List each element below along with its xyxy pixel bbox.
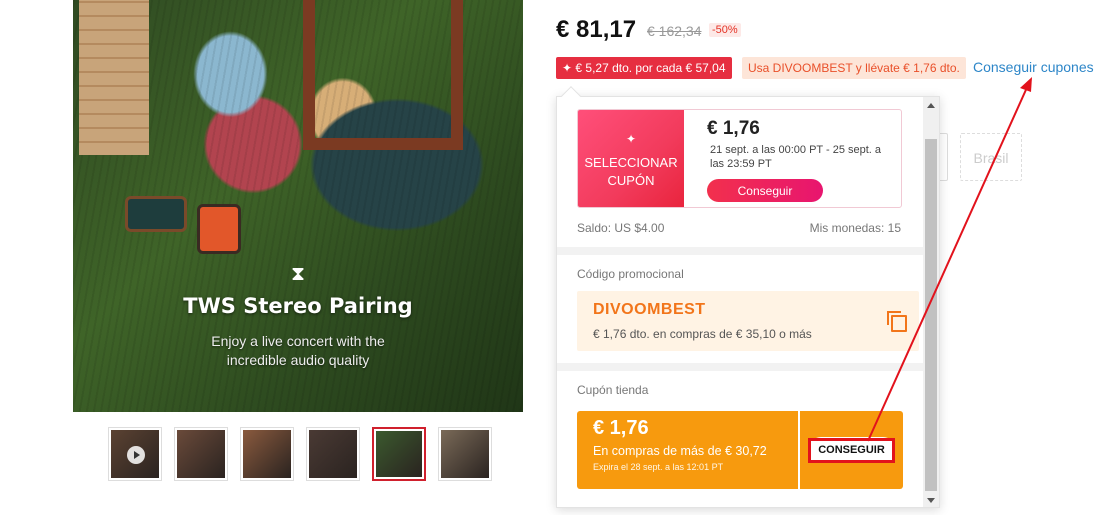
- get-coupon-button[interactable]: Conseguir: [707, 179, 823, 202]
- highlighted-conseguir-button[interactable]: CONSEGUIR: [808, 438, 895, 463]
- thumbnail-image: [243, 430, 291, 478]
- store-coupon-condition: En compras de más de € 30,72: [593, 444, 767, 458]
- arrow-head: [1020, 77, 1032, 92]
- platform-coupon-section: ✦ SELECCIONAR CUPÓN € 1,76 21 sept. a la…: [557, 97, 923, 247]
- discount-badge: -50%: [709, 23, 741, 37]
- thumbnail-image: [441, 430, 489, 478]
- thumbnail-t5[interactable]: [372, 427, 426, 481]
- hourglass-icon: ⧗: [290, 263, 306, 285]
- product-page: ⧗ TWS Stereo Pairing Enjoy a live concer…: [0, 0, 1116, 515]
- section-title: Cupón tienda: [577, 383, 649, 397]
- jenga-tower-graphic: [79, 0, 149, 155]
- promo-code-description: € 1,76 dto. en compras de € 35,10 o más: [593, 327, 812, 341]
- sparkle-icon: ✦: [625, 132, 637, 146]
- scroll-up-icon[interactable]: [927, 103, 935, 108]
- coupon-amount: € 1,76: [707, 118, 760, 139]
- scrollbar-thumb[interactable]: [925, 139, 937, 491]
- store-coupon-expiry: Expira el 28 sept. a las 12:01 PT: [593, 462, 724, 472]
- coins-text: Mis monedas: 15: [809, 221, 901, 235]
- select-coupon-panel[interactable]: ✦ SELECCIONAR CUPÓN: [578, 110, 684, 207]
- game-frame-graphic: [303, 0, 463, 150]
- section-title: Código promocional: [577, 267, 684, 281]
- image-caption-subtitle: Enjoy a live concert with the incredible…: [211, 333, 385, 368]
- speaker-graphic-orange: [197, 204, 241, 254]
- thumbnail-strip: [108, 427, 492, 481]
- thumbnail-t4[interactable]: [306, 427, 360, 481]
- thumbnail-video[interactable]: [108, 427, 162, 481]
- scroll-down-icon[interactable]: [927, 498, 935, 503]
- bulk-discount-tag[interactable]: ✦ € 5,27 dto. por cada € 57,04: [556, 57, 732, 79]
- select-coupon-label: SELECCIONAR CUPÓN: [584, 155, 678, 188]
- thumbnail-t3[interactable]: [240, 427, 294, 481]
- promo-code-section: Código promocional DIVOOMBEST € 1,76 dto…: [557, 255, 923, 363]
- store-coupon-amount: € 1,76: [593, 417, 649, 439]
- current-price: € 81,17: [556, 16, 637, 43]
- ship-from-option[interactable]: Brasil: [960, 133, 1022, 181]
- promo-code-tag[interactable]: Usa DIVOOMBEST y llévate € 1,76 dto.: [742, 57, 966, 79]
- promo-code-box: DIVOOMBEST € 1,76 dto. en compras de € 3…: [577, 291, 919, 351]
- promo-code: DIVOOMBEST: [593, 301, 706, 318]
- coupon-card: ✦ SELECCIONAR CUPÓN € 1,76 21 sept. a la…: [577, 109, 902, 208]
- store-coupon-info: € 1,76 En compras de más de € 30,72 Expi…: [577, 408, 798, 492]
- play-icon: [127, 446, 145, 464]
- original-price: € 162,34: [647, 23, 702, 39]
- thumbnail-t2[interactable]: [174, 427, 228, 481]
- speaker-graphic: [125, 196, 187, 232]
- highlighted-button-label: CONSEGUIR: [818, 444, 885, 456]
- product-main-image: ⧗ TWS Stereo Pairing Enjoy a live concer…: [73, 0, 523, 412]
- thumbnail-image: [309, 430, 357, 478]
- get-coupons-link[interactable]: Conseguir cupones: [973, 59, 1094, 75]
- copy-icon[interactable]: [887, 311, 907, 332]
- balance-text: Saldo: US $4.00: [577, 221, 665, 235]
- coupon-validity: 21 sept. a las 00:00 PT - 25 sept. a las…: [710, 144, 882, 170]
- thumbnail-t6[interactable]: [438, 427, 492, 481]
- thumbnail-image: [376, 431, 422, 477]
- thumbnail-image: [177, 430, 225, 478]
- image-caption-title: TWS Stereo Pairing: [183, 294, 413, 318]
- dropdown-scrollbar[interactable]: [923, 97, 939, 507]
